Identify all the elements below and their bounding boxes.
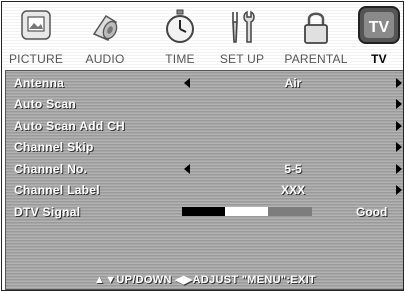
stopwatch-icon — [166, 9, 194, 43]
tab-parental[interactable]: PARENTAL — [278, 2, 354, 68]
menu-row-channel-skip[interactable]: Channel Skip — [6, 137, 403, 158]
menu-row-auto-scan-add-ch[interactable]: Auto Scan Add CH — [6, 116, 403, 137]
tab-label: TV — [371, 52, 387, 66]
tab-audio[interactable]: AUDIO — [74, 2, 136, 68]
tab-label: TIME — [165, 52, 195, 66]
menu-row-label: Auto Scan — [14, 97, 77, 111]
signal-segment-empty — [268, 207, 312, 216]
tab-label: PARENTAL — [284, 52, 348, 66]
arrow-right-icon[interactable] — [396, 121, 402, 131]
picture-icon — [21, 10, 51, 40]
menu-row-label: DTV Signal — [14, 205, 81, 219]
menu-row-channel-label[interactable]: Channel Label XXX — [6, 180, 403, 201]
arrow-right-icon[interactable] — [396, 142, 402, 152]
channel-label-value: XXX — [280, 183, 305, 197]
signal-segment-high — [225, 207, 268, 216]
tab-label: AUDIO — [85, 52, 125, 66]
svg-text:TV: TV — [369, 19, 390, 36]
tools-icon — [232, 10, 255, 43]
signal-status: Good — [356, 205, 388, 219]
menu-row-label: Auto Scan Add CH — [14, 119, 126, 133]
tv-settings-panel: Antenna Air Auto Scan Auto Scan Add CH C… — [5, 70, 403, 290]
tv-icon: TV — [358, 6, 400, 44]
tv-menu-screen: PICTURE AUDIO TIME SET UP PARENTAL TV TV… — [1, 1, 404, 291]
arrow-right-icon[interactable] — [396, 78, 402, 88]
footer-key-hints: ▲▼UP/DOWN ◀▶ADJUST "MENU":EXIT — [94, 274, 316, 286]
signal-segment-low — [182, 207, 225, 216]
signal-strength-bar — [182, 207, 312, 216]
speaker-icon — [92, 14, 118, 41]
tab-picture[interactable]: PICTURE — [4, 2, 68, 68]
tab-setup[interactable]: SET UP — [210, 2, 274, 68]
arrow-right-icon[interactable] — [396, 99, 402, 109]
menu-row-dtv-signal: DTV Signal Good — [6, 202, 403, 223]
menu-row-label: Channel Label — [14, 183, 100, 197]
tab-tv[interactable]: TV TV — [356, 2, 402, 68]
menu-tab-strip: PICTURE AUDIO TIME SET UP PARENTAL TV TV — [2, 2, 403, 68]
tab-label: SET UP — [219, 52, 265, 66]
arrow-right-icon[interactable] — [396, 185, 402, 195]
menu-row-label: Channel No. — [14, 162, 88, 176]
menu-row-auto-scan[interactable]: Auto Scan — [6, 94, 403, 115]
lock-icon — [304, 12, 328, 44]
menu-row-channel-no[interactable]: Channel No. 5-5 — [6, 159, 403, 180]
tab-time[interactable]: TIME — [154, 2, 206, 68]
antenna-value: Air — [284, 76, 302, 90]
menu-row-label: Antenna — [14, 76, 65, 90]
tab-label: PICTURE — [8, 52, 64, 66]
arrow-right-icon[interactable] — [396, 164, 402, 174]
menu-row-antenna[interactable]: Antenna Air — [6, 73, 403, 94]
channel-no-value: 5-5 — [284, 162, 302, 176]
menu-row-label: Channel Skip — [14, 140, 94, 154]
